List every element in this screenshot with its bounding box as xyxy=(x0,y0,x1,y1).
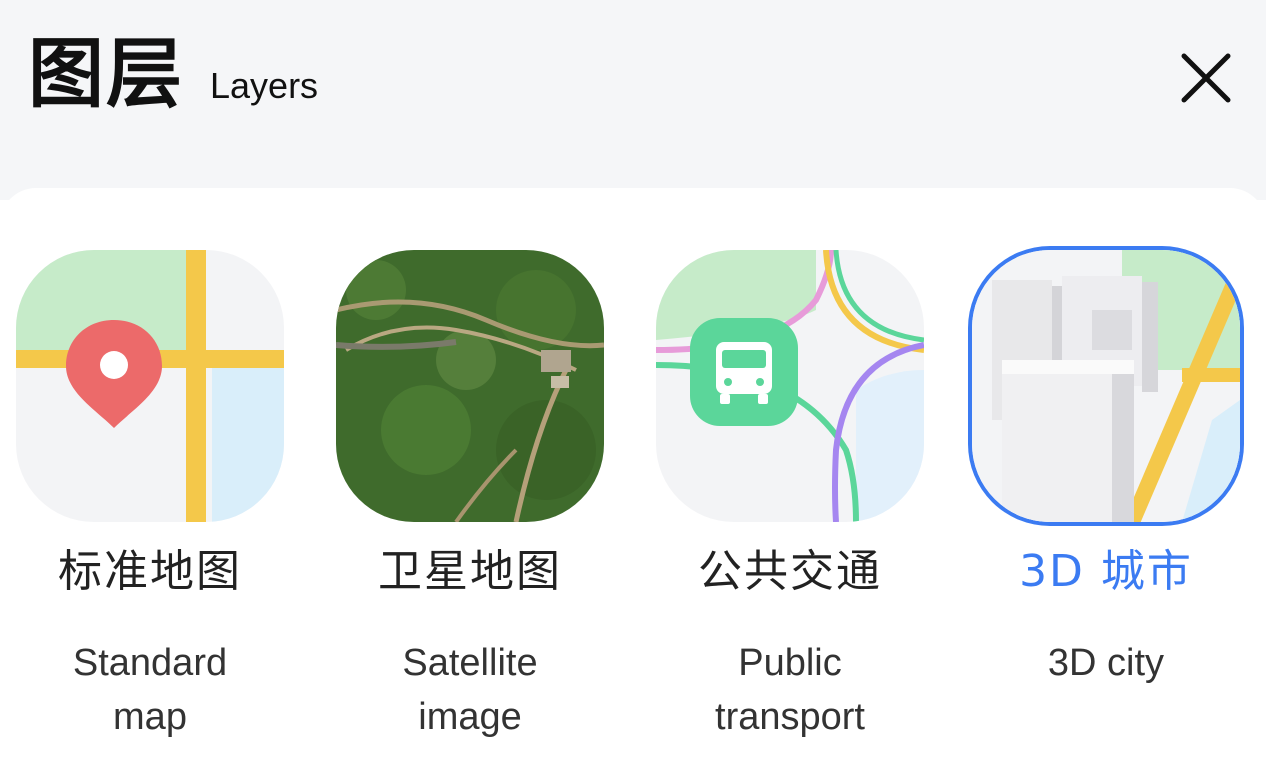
layer-tile-3d-city[interactable] xyxy=(972,250,1240,522)
layer-tile-transport[interactable] xyxy=(656,250,924,522)
standard-map-icon xyxy=(16,250,284,522)
layer-label-en-line2: transport xyxy=(715,696,865,738)
layer-label-cn: 标准地图 xyxy=(58,546,242,597)
layer-label-en-line2: map xyxy=(113,696,187,738)
close-icon xyxy=(1181,53,1231,103)
layer-label-en: Satellite xyxy=(402,642,538,684)
page-title: 图层 xyxy=(28,29,184,118)
satellite-map-icon xyxy=(336,250,604,522)
layer-label-cn: 3D 城市 xyxy=(1019,546,1193,597)
layer-label-en: 3D city xyxy=(1047,642,1165,684)
layer-label-en-line2: image xyxy=(418,696,522,738)
public-transport-icon xyxy=(656,250,924,522)
layer-tile-standard[interactable] xyxy=(16,250,284,522)
layer-label-en: Standard xyxy=(72,642,228,684)
layer-tile-satellite[interactable] xyxy=(336,250,604,522)
layer-label-cn: 卫星地图 xyxy=(378,546,562,597)
layer-label-en: Public xyxy=(738,642,842,684)
page-subtitle: Layers xyxy=(210,65,319,106)
layer-label-cn: 公共交通 xyxy=(698,546,882,597)
header: 图层 Layers xyxy=(0,0,1266,200)
3d-city-icon xyxy=(972,250,1240,522)
close-button[interactable] xyxy=(1176,50,1236,106)
